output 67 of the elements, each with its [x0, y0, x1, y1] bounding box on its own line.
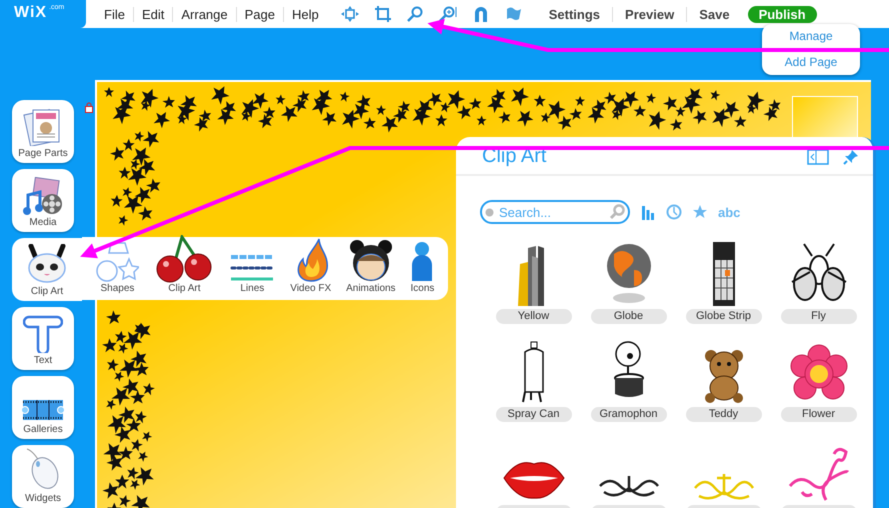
- clipart-label: Flower: [780, 407, 856, 422]
- menu-item[interactable]: Page: [236, 6, 284, 22]
- person-icon: [410, 241, 434, 283]
- zoom-in-icon[interactable]: [438, 6, 457, 22]
- clipart-label: Globe: [590, 309, 666, 324]
- menu-item[interactable]: Edit: [134, 6, 174, 22]
- flyout-item[interactable]: Icons: [410, 241, 434, 294]
- music-film-icon: [22, 177, 64, 215]
- menu-item[interactable]: Help: [284, 6, 327, 22]
- menu-item[interactable]: Arrange: [173, 6, 237, 22]
- flyout-label: Video FX: [290, 283, 332, 294]
- clipart-label: Teddy: [686, 407, 762, 422]
- flyout-label: Lines: [240, 283, 264, 294]
- flyout-item[interactable]: Video FX: [290, 237, 332, 294]
- clipart-label: Yellow: [496, 309, 572, 324]
- sidebar-label: Text: [34, 355, 52, 366]
- dock-panel-icon[interactable]: [807, 148, 829, 164]
- search-field[interactable]: Search...: [480, 200, 630, 224]
- sidebar-button[interactable]: Media: [12, 169, 74, 232]
- flyout-item[interactable]: Clip Art: [154, 235, 214, 294]
- magnet-icon[interactable]: [472, 6, 489, 22]
- sidebar-button[interactable]: Clip Art: [12, 238, 82, 301]
- flyout-item[interactable]: Lines: [229, 253, 276, 294]
- toolbar-action[interactable]: Settings: [536, 6, 614, 22]
- flyout-label: Animations: [346, 283, 396, 294]
- toolbar-action[interactable]: Preview: [613, 6, 688, 22]
- sidebar-label: Media: [29, 217, 57, 228]
- lines-icon: [229, 253, 276, 283]
- sidebar-label: Clip Art: [30, 286, 64, 297]
- sidebar-button[interactable]: Widgets: [12, 445, 74, 508]
- flyout-label: Icons: [410, 283, 434, 294]
- popularity-sort-icon[interactable]: [640, 204, 656, 220]
- sidebar-label: Page Parts: [18, 148, 68, 159]
- menu-item[interactable]: File: [96, 6, 134, 22]
- crop-icon[interactable]: [374, 6, 391, 22]
- cherries-icon: [154, 235, 214, 283]
- sidebar-button[interactable]: Page Parts: [12, 100, 74, 163]
- flyout-item[interactable]: Animations: [346, 239, 396, 294]
- flyout-label: Clip Art: [168, 283, 200, 294]
- letter-t-icon: [23, 313, 63, 353]
- floral-ornament-clipart[interactable]: [692, 472, 754, 502]
- clipart-label: Fly: [780, 309, 856, 324]
- sidebar-label: Galleries: [23, 424, 63, 435]
- logo-text: WiX: [14, 4, 48, 22]
- flyout-item[interactable]: Shapes: [95, 241, 140, 294]
- star-icon[interactable]: [692, 204, 708, 220]
- clock-icon[interactable]: [666, 204, 682, 220]
- filmstrip-icon: [21, 398, 65, 422]
- shapes-icon: [95, 241, 140, 283]
- lock-icon: [85, 102, 93, 113]
- sidebar-button[interactable]: Text: [12, 307, 74, 370]
- clipart-label: Globe Strip: [686, 309, 762, 324]
- sidebar-label: Widgets: [24, 493, 62, 504]
- clear-icon[interactable]: [485, 208, 494, 216]
- cartoon-character-icon: [348, 239, 393, 283]
- move-icon[interactable]: [340, 6, 359, 22]
- zoom-out-icon[interactable]: [406, 6, 423, 22]
- search-icon[interactable]: [609, 204, 625, 220]
- sidebar-button[interactable]: Galleries: [12, 376, 74, 439]
- page-thumbnail[interactable]: [792, 96, 858, 138]
- flyout-label: Shapes: [100, 283, 134, 294]
- clipart-label: Gramophon: [590, 407, 666, 422]
- globe-strip-clipart[interactable]: [712, 242, 734, 306]
- toolbar-action[interactable]: Save: [687, 6, 742, 22]
- pin-icon[interactable]: [843, 148, 859, 164]
- flag-icon[interactable]: [504, 7, 521, 21]
- clipart-label: Spray Can: [496, 407, 572, 422]
